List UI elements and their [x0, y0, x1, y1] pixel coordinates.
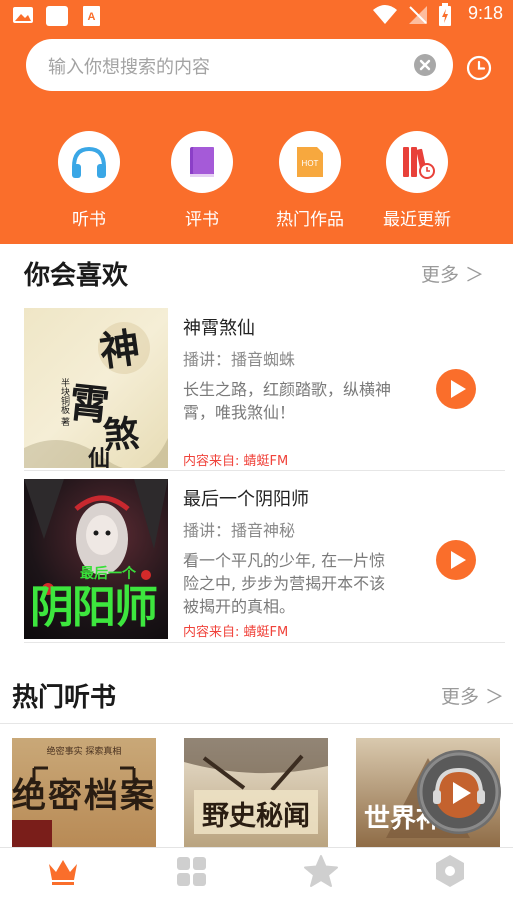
item-title: 神霄煞仙 — [183, 318, 255, 339]
headphones-icon — [58, 131, 120, 193]
headphones-play-icon — [419, 752, 499, 832]
wifi-icon — [373, 5, 397, 24]
hot-icon: HOT — [279, 131, 341, 193]
floating-player-button[interactable] — [417, 750, 501, 834]
svg-text:半块铜板 著: 半块铜板 著 — [59, 377, 70, 426]
item-anchor: 播讲：播音蜘蛛 — [183, 350, 296, 369]
battery-icon — [439, 3, 451, 26]
item-source: 内容来自: 蜻蜓FM — [183, 454, 289, 469]
category-storytelling[interactable]: 评书 — [147, 131, 257, 231]
item-source: 内容来自: 蜻蜓FM — [183, 625, 289, 640]
hexagon-icon — [436, 855, 464, 887]
divider — [24, 642, 505, 643]
category-hot-works[interactable]: HOT 热门作品 — [255, 131, 365, 231]
cover-subtitle: 最后一个 — [80, 566, 136, 582]
cover-seal — [12, 820, 52, 848]
svg-text:HOT: HOT — [302, 159, 319, 168]
divider — [0, 723, 513, 724]
status-bar: A 9:18 — [0, 0, 513, 30]
list-item[interactable]: 最后一个 阴阳师 最后一个阴阳师 播讲：播音神秘 看一个平凡的少年, 在一片惊险… — [24, 479, 505, 643]
nav-tab-category[interactable] — [128, 848, 256, 898]
book-cover: 最后一个 阴阳师 — [24, 479, 168, 639]
cover-title: 绝密档案 — [12, 776, 156, 816]
divider — [24, 470, 505, 471]
history-clock-icon[interactable] — [465, 54, 493, 82]
category-label: 听书 — [72, 210, 106, 230]
item-description: 长生之路，红颜踏歌，纵横神霄，唯我煞仙！ — [183, 380, 392, 422]
hot-book-cover[interactable]: 绝密事实 探索真相 绝密档案 — [12, 738, 156, 848]
section-title-hot: 热门听书 — [12, 683, 117, 713]
app-notification-icon — [46, 6, 68, 26]
top-banner: A 9:18 输入你想搜索的内容 听书 评书 HOT 热门作品 最近更新 — [0, 0, 513, 244]
play-icon — [451, 380, 466, 398]
search-bar[interactable]: 输入你想搜索的内容 — [26, 39, 453, 91]
book-cover: 神 霄 煞 仙 半块铜板 著 — [24, 308, 168, 468]
nav-tab-favorites[interactable] — [256, 848, 384, 898]
category-label: 评书 — [185, 210, 219, 230]
status-time: 9:18 — [467, 3, 503, 23]
nav-tab-profile[interactable] — [384, 848, 512, 898]
grid-icon — [177, 857, 206, 886]
no-signal-icon — [409, 6, 427, 24]
item-title: 最后一个阴阳师 — [183, 489, 309, 510]
section-title-recommend: 你会喜欢 — [24, 261, 129, 291]
svg-text:A: A — [88, 11, 96, 23]
play-button[interactable] — [436, 369, 476, 409]
category-recent-update[interactable]: 最近更新 — [362, 131, 472, 231]
cover-title-char: 神 — [97, 324, 143, 376]
play-button[interactable] — [436, 540, 476, 580]
gallery-notification-icon — [13, 7, 33, 23]
more-hot-link[interactable]: 更多 ＞ — [441, 682, 504, 709]
book-icon — [171, 131, 233, 193]
recent-update-icon — [386, 131, 448, 193]
cover-title: 阴阳师 — [30, 582, 158, 633]
star-icon — [304, 855, 338, 887]
bottom-navigation — [0, 847, 513, 897]
category-label: 最近更新 — [383, 210, 451, 230]
play-icon — [451, 551, 466, 569]
cover-title: 野史秘闻 — [202, 801, 310, 832]
item-anchor: 播讲：播音神秘 — [183, 521, 296, 540]
app-notification-icon-2: A — [83, 6, 100, 26]
category-label: 热门作品 — [276, 210, 344, 230]
clear-search-icon[interactable] — [414, 54, 436, 76]
hot-book-cover[interactable]: 野史秘闻 — [184, 738, 328, 848]
crown-icon — [49, 860, 77, 885]
list-item[interactable]: 神 霄 煞 仙 半块铜板 著 神霄煞仙 播讲：播音蜘蛛 长生之路，红颜踏歌，纵横… — [24, 308, 505, 471]
nav-tab-home[interactable] — [0, 848, 128, 898]
search-input[interactable]: 输入你想搜索的内容 — [48, 53, 210, 79]
category-listen[interactable]: 听书 — [34, 131, 144, 231]
more-recommend-link[interactable]: 更多 ＞ — [421, 260, 484, 287]
svg-text:仙: 仙 — [88, 446, 110, 468]
item-description: 看一个平凡的少年, 在一片惊险之中, 步步为营揭开本不该被揭开的真相。 — [183, 551, 386, 616]
